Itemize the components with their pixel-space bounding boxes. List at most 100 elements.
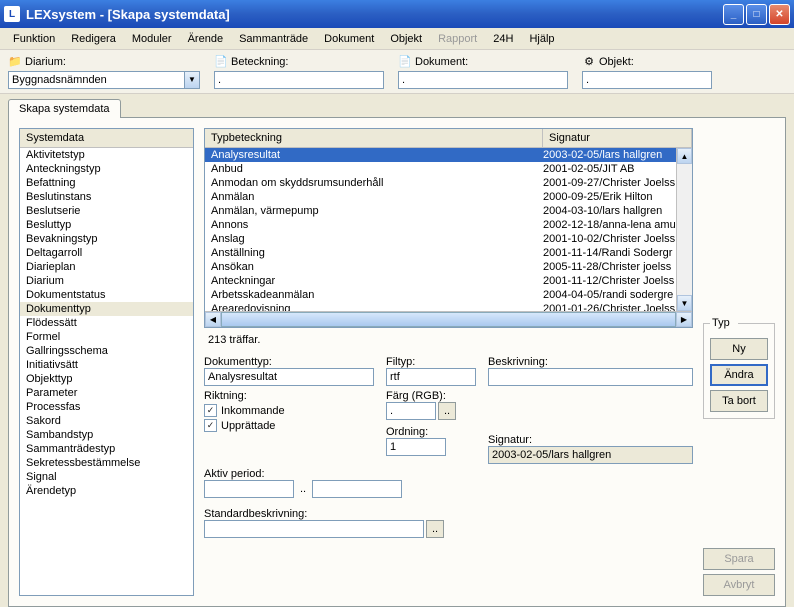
diarium-select[interactable] [8, 71, 184, 89]
table-row[interactable]: Annons2002-12-18/anna-lena amu [205, 218, 692, 232]
aktiv-from-input[interactable] [204, 480, 294, 498]
objekt-input[interactable] [582, 71, 712, 89]
minimize-button[interactable]: _ [723, 4, 744, 25]
list-item[interactable]: Objekttyp [20, 372, 193, 386]
grid-header-typ[interactable]: Typbeteckning [205, 129, 543, 147]
beskrivning-label: Beskrivning: [488, 356, 693, 368]
scroll-up-icon[interactable]: ▲ [677, 148, 692, 164]
aktiv-to-input[interactable] [312, 480, 402, 498]
menu-funktion[interactable]: Funktion [6, 31, 62, 47]
scroll-down-icon[interactable]: ▼ [677, 295, 692, 311]
avbryt-button: Avbryt [703, 574, 775, 596]
cell-typ: Anmodan om skyddsrumsunderhåll [211, 177, 543, 189]
close-button[interactable]: ✕ [769, 4, 790, 25]
cell-typ: Anteckningar [211, 275, 543, 287]
filtyp-input[interactable] [386, 368, 476, 386]
menu-objekt[interactable]: Objekt [383, 31, 429, 47]
beteckning-input[interactable] [214, 71, 384, 89]
list-item[interactable]: Beslutserie [20, 204, 193, 218]
list-item[interactable]: Sakord [20, 414, 193, 428]
cell-sig: 2002-12-18/anna-lena amu [543, 219, 686, 231]
menu-sammantrade[interactable]: Sammanträde [232, 31, 315, 47]
diarium-label: Diarium: [25, 56, 66, 68]
grid-horizontal-scrollbar[interactable]: ◀ ▶ [205, 311, 692, 327]
andra-button[interactable]: Ändra [710, 364, 768, 386]
scroll-right-icon[interactable]: ▶ [676, 312, 692, 327]
diarium-dropdown-button[interactable]: ▼ [184, 71, 200, 89]
menu-arende[interactable]: Ärende [181, 31, 230, 47]
list-item[interactable]: Bevakningstyp [20, 232, 193, 246]
cell-typ: Arearedovisning [211, 303, 543, 311]
list-item[interactable]: Processfas [20, 400, 193, 414]
standardbeskrivning-browse-button[interactable]: .. [426, 520, 444, 538]
ny-button[interactable]: Ny [710, 338, 768, 360]
signatur-input [488, 446, 693, 464]
table-row[interactable]: Anbud2001-02-05/JIT AB [205, 162, 692, 176]
list-item[interactable]: Diarieplan [20, 260, 193, 274]
table-row[interactable]: Arbetsskadeanmälan2004-04-05/randi soder… [205, 288, 692, 302]
upprattade-checkbox[interactable]: ✓ [204, 419, 217, 432]
table-row[interactable]: Analysresultat2003-02-05/lars hallgren [205, 148, 692, 162]
cell-sig: 2004-04-05/randi sodergre [543, 289, 686, 301]
table-row[interactable]: Anmälan2000-09-25/Erik Hilton [205, 190, 692, 204]
dokumenttyp-input[interactable] [204, 368, 374, 386]
list-item[interactable]: Sambandstyp [20, 428, 193, 442]
cell-typ: Analysresultat [211, 149, 543, 161]
list-item[interactable]: Anteckningstyp [20, 162, 193, 176]
beskrivning-input[interactable] [488, 368, 693, 386]
menu-moduler[interactable]: Moduler [125, 31, 179, 47]
list-item[interactable]: Gallringsschema [20, 344, 193, 358]
cell-sig: 2005-11-28/Christer joelss [543, 261, 686, 273]
result-count: 213 träffar. [204, 332, 693, 348]
cell-sig: 2000-09-25/Erik Hilton [543, 191, 686, 203]
table-row[interactable]: Anmodan om skyddsrumsunderhåll2001-09-27… [205, 176, 692, 190]
ordning-label: Ordning: [386, 426, 476, 438]
table-row[interactable]: Anmälan, värmepump2004-03-10/lars hallgr… [205, 204, 692, 218]
scroll-left-icon[interactable]: ◀ [205, 312, 221, 327]
table-row[interactable]: Anslag2001-10-02/Christer Joelss [205, 232, 692, 246]
list-item[interactable]: Sammanträdestyp [20, 442, 193, 456]
cell-sig: 2001-10-02/Christer Joelss [543, 233, 686, 245]
table-row[interactable]: Anställning2001-11-14/Randi Sodergr [205, 246, 692, 260]
list-item[interactable]: Besluttyp [20, 218, 193, 232]
table-row[interactable]: Arearedovisning2001-01-26/Christer Joels… [205, 302, 692, 311]
list-item[interactable]: Formel [20, 330, 193, 344]
grid-header-sig[interactable]: Signatur [543, 129, 692, 147]
tab-skapa-systemdata[interactable]: Skapa systemdata [8, 99, 121, 118]
list-item[interactable]: Parameter [20, 386, 193, 400]
list-item[interactable]: Dokumenttyp [20, 302, 193, 316]
standardbeskrivning-input[interactable] [204, 520, 424, 538]
table-row[interactable]: Ansökan2005-11-28/Christer joelss [205, 260, 692, 274]
menu-24h[interactable]: 24H [486, 31, 520, 47]
menu-redigera[interactable]: Redigera [64, 31, 123, 47]
type-grid: Typbeteckning Signatur Analysresultat200… [204, 128, 693, 328]
ordning-input[interactable] [386, 438, 446, 456]
table-row[interactable]: Anteckningar2001-11-12/Christer Joelss [205, 274, 692, 288]
list-item[interactable]: Initiativsätt [20, 358, 193, 372]
signatur-label: Signatur: [488, 434, 693, 446]
menu-hjalp[interactable]: Hjälp [522, 31, 561, 47]
farg-input[interactable] [386, 402, 436, 420]
list-item[interactable]: Dokumentstatus [20, 288, 193, 302]
inkommande-checkbox[interactable]: ✓ [204, 404, 217, 417]
list-item[interactable]: Ärendetyp [20, 484, 193, 498]
systemdata-header: Systemdata [20, 129, 193, 148]
list-item[interactable]: Befattning [20, 176, 193, 190]
cell-typ: Anmälan [211, 191, 543, 203]
list-item[interactable]: Signal [20, 470, 193, 484]
list-item[interactable]: Beslutinstans [20, 190, 193, 204]
grid-vertical-scrollbar[interactable]: ▲ ▼ [676, 148, 692, 311]
list-item[interactable]: Aktivitetstyp [20, 148, 193, 162]
list-item[interactable]: Diarium [20, 274, 193, 288]
tabort-button[interactable]: Ta bort [710, 390, 768, 412]
list-item[interactable]: Deltagarroll [20, 246, 193, 260]
list-item[interactable]: Sekretessbestämmelse [20, 456, 193, 470]
menu-dokument[interactable]: Dokument [317, 31, 381, 47]
aktiv-period-label: Aktiv period: [204, 468, 693, 480]
cell-sig: 2001-01-26/Christer Joelss [543, 303, 686, 311]
maximize-button[interactable]: □ [746, 4, 767, 25]
list-item[interactable]: Flödessätt [20, 316, 193, 330]
dokument-input[interactable] [398, 71, 568, 89]
farg-picker-button[interactable]: .. [438, 402, 456, 420]
cell-typ: Annons [211, 219, 543, 231]
